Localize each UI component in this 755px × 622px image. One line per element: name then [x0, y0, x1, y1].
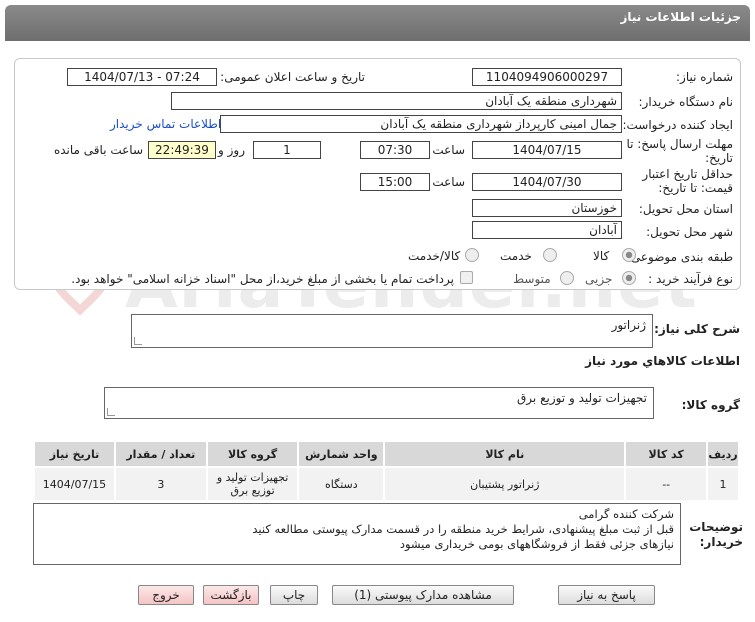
price-validity-date-field: 1404/07/30: [472, 173, 622, 191]
buyer-notes-textarea[interactable]: شرکت کننده گرامی قبل از ثبت مبلغ پیشنهاد…: [33, 503, 681, 565]
buyer-notes-line: قبل از ثبت مبلغ پیشنهادی، شرایط خرید منط…: [252, 522, 674, 536]
process-option-medium: متوسط: [513, 272, 551, 286]
items-table: ردیف کد کالا نام کالا واحد شمارش گروه کا…: [33, 440, 740, 502]
cell-quantity: 3: [113, 466, 208, 502]
price-validity-time-label: ساعت: [432, 175, 465, 189]
deadline-time-field: 07:30: [360, 141, 430, 159]
deadline-label: مهلت ارسال پاسخ: تا تاریخ:: [626, 137, 733, 165]
col-quantity: تعداد / مقدار: [113, 440, 208, 468]
summary-label: شرح کلی نیاز:: [654, 322, 740, 336]
city-field: آبادان: [472, 221, 622, 239]
contact-info-link[interactable]: اطلاعات تماس خریدار: [110, 117, 221, 131]
announce-datetime-field: 1404/07/13 - 07:24: [67, 68, 217, 86]
exit-button[interactable]: خروج: [138, 585, 194, 605]
remaining-time-field: 22:49:39: [148, 141, 216, 159]
buyer-notes-line: شرکت کننده گرامی: [578, 507, 674, 521]
col-goods-group: گروه کالا: [205, 440, 300, 468]
buyer-notes-line: نیازهای جزئی فقط از فروشگاههای بومی خرید…: [399, 537, 674, 551]
province-label: استان محل تحویل:: [638, 202, 733, 216]
resize-handle-icon[interactable]: [134, 337, 142, 345]
cell-unit: دستگاه: [297, 466, 386, 502]
city-label: شهر محل تحویل:: [646, 225, 733, 239]
print-button[interactable]: چاپ: [270, 585, 318, 605]
remaining-time-label: ساعت باقی مانده: [53, 143, 143, 157]
back-button[interactable]: بازگشت: [203, 585, 259, 605]
cell-goods-group: تجهیزات تولید و توزیع برق: [205, 466, 300, 502]
summary-textarea[interactable]: ژنراتور: [131, 314, 653, 348]
table-row: 1 -- ژنراتور پشتیبان دستگاه تجهیزات تولی…: [33, 466, 740, 502]
price-validity-label: حداقل تاریخ اعتبار قیمت: تا تاریخ:: [642, 167, 733, 195]
process-option-minor: جزیی: [585, 272, 613, 286]
days-remaining-field: 1: [253, 141, 321, 159]
process-radio-minor[interactable]: [622, 271, 636, 285]
table-header-row: ردیف کد کالا نام کالا واحد شمارش گروه کا…: [33, 440, 740, 468]
col-item-code: کد کالا: [624, 440, 709, 468]
col-unit: واحد شمارش: [297, 440, 386, 468]
goods-group-label: گروه کالا:: [681, 398, 740, 412]
col-item-name: نام کالا: [383, 440, 627, 468]
category-option-goods-service: کالا/خدمت: [408, 249, 461, 263]
need-number-label: شماره نیاز:: [676, 70, 733, 84]
need-number-field: 1104094906000297: [472, 68, 622, 86]
days-label: روز و: [218, 143, 245, 157]
summary-text: ژنراتور: [611, 318, 646, 332]
reply-button[interactable]: پاسخ به نیاز: [558, 585, 655, 605]
goods-group-text: تجهیزات تولید و توزیع برق: [517, 391, 647, 405]
announce-label: تاریخ و ساعت اعلان عمومی:: [220, 70, 365, 84]
category-radio-goods[interactable]: [622, 248, 636, 262]
col-need-date: تاریخ نیاز: [33, 440, 116, 468]
process-label: نوع فرآیند خرید :: [648, 272, 733, 286]
resize-handle-icon[interactable]: [107, 408, 115, 416]
cell-item-name: ژنراتور پشتیبان: [383, 466, 627, 502]
deadline-time-label: ساعت: [432, 143, 465, 157]
attachments-button[interactable]: مشاهده مدارک پیوستی (1): [332, 585, 514, 605]
creator-label: ایجاد کننده درخواست:: [622, 118, 733, 132]
treasury-payment-note: پرداخت تمام یا بخشی از مبلغ خرید،از محل …: [71, 272, 454, 286]
process-radio-medium[interactable]: [560, 271, 574, 285]
province-field: خوزستان: [472, 199, 622, 217]
page-title: جزئیات اطلاعات نیاز: [620, 10, 741, 24]
price-validity-time-field: 15:00: [360, 173, 430, 191]
category-radio-goods-service[interactable]: [465, 248, 479, 262]
goods-group-textarea[interactable]: تجهیزات تولید و توزیع برق: [104, 387, 654, 419]
buyer-org-label: نام دستگاه خریدار:: [638, 95, 734, 109]
category-radio-service[interactable]: [543, 248, 557, 262]
category-option-goods: کالا: [593, 249, 610, 263]
treasury-payment-checkbox[interactable]: [460, 271, 473, 284]
buyer-org-field: شهرداری منطقه یک آبادان: [171, 92, 622, 110]
category-label: طبقه بندی موضوعی:: [626, 250, 733, 264]
creator-field: جمال امینی کارپرداز شهرداری منطقه یک آبا…: [220, 115, 622, 133]
cell-row-number: 1: [706, 466, 740, 502]
cell-need-date: 1404/07/15: [33, 466, 116, 502]
goods-info-title: اطلاعات کالاهاي مورد نياز: [585, 354, 740, 368]
cell-item-code: --: [624, 466, 709, 502]
col-row-number: ردیف: [706, 440, 740, 468]
category-option-service: خدمت: [500, 249, 532, 263]
buyer-notes-label: توضیحات خریدار:: [689, 520, 743, 549]
deadline-date-field: 1404/07/15: [472, 141, 622, 159]
